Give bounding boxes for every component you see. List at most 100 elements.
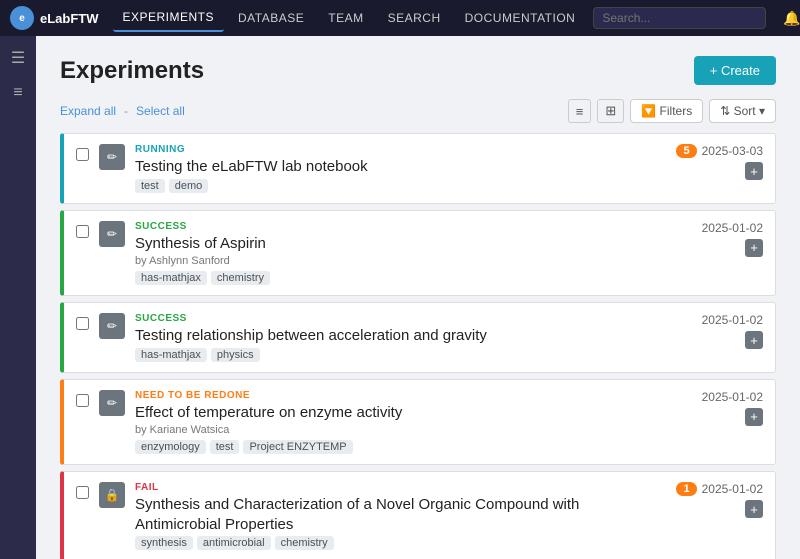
experiment-card: ✏ NEED TO BE REDONE Effect of temperatur… bbox=[60, 379, 776, 466]
experiment-date: 2025-01-02 bbox=[702, 221, 763, 235]
experiment-title[interactable]: Testing the eLabFTW lab notebook bbox=[135, 157, 663, 177]
experiment-badge: 5 bbox=[676, 144, 696, 158]
experiment-status: NEED TO BE REDONE bbox=[135, 390, 663, 401]
experiment-date: 2025-01-02 bbox=[702, 313, 763, 327]
experiment-card: ✏ SUCCESS Synthesis of Aspirin by Ashlyn… bbox=[60, 210, 776, 297]
page-header: Experiments + Create bbox=[60, 56, 776, 85]
experiment-meta: 2025-01-02 + bbox=[673, 313, 763, 349]
sort-button[interactable]: ⇅ Sort ▾ bbox=[709, 99, 776, 123]
nav-team[interactable]: TEAM bbox=[318, 5, 373, 31]
tag[interactable]: synthesis bbox=[135, 536, 193, 550]
experiment-add-button[interactable]: + bbox=[745, 500, 763, 518]
experiment-tags: has-mathjax chemistry bbox=[135, 271, 663, 285]
experiment-add-button[interactable]: + bbox=[745, 408, 763, 426]
experiment-meta-row: 1 2025-01-02 bbox=[676, 482, 763, 496]
bell-icon[interactable]: 🔔 bbox=[778, 8, 800, 29]
experiment-checkbox[interactable] bbox=[76, 225, 89, 238]
experiment-date: 2025-01-02 bbox=[702, 390, 763, 404]
experiments-toolbar: Expand all - Select all ≡ ⊞ 🔽 Filters ⇅ … bbox=[60, 99, 776, 123]
tag[interactable]: has-mathjax bbox=[135, 348, 207, 362]
sidebar-menu-icon[interactable]: ☰ bbox=[7, 44, 29, 72]
tag[interactable]: Project ENZYTEMP bbox=[243, 440, 352, 454]
experiment-status: FAIL bbox=[135, 482, 663, 493]
experiment-title[interactable]: Synthesis of Aspirin bbox=[135, 234, 663, 254]
tag[interactable]: chemistry bbox=[211, 271, 270, 285]
select-all-link[interactable]: Select all bbox=[136, 104, 185, 118]
experiment-tags: test demo bbox=[135, 179, 663, 193]
experiment-meta: 1 2025-01-02 + bbox=[673, 482, 763, 518]
sidebar-list-icon[interactable]: ≡ bbox=[9, 80, 26, 106]
grid-view-button[interactable]: ⊞ bbox=[597, 99, 624, 123]
main-content: Experiments + Create Expand all - Select… bbox=[36, 36, 800, 559]
experiment-meta: 2025-01-02 + bbox=[673, 221, 763, 257]
tag[interactable]: demo bbox=[169, 179, 209, 193]
tag[interactable]: test bbox=[210, 440, 240, 454]
experiment-status: SUCCESS bbox=[135, 313, 663, 324]
experiment-list: ✏ RUNNING Testing the eLabFTW lab notebo… bbox=[60, 133, 776, 559]
edit-button[interactable]: ✏ bbox=[99, 144, 125, 170]
experiment-meta-row: 2025-01-02 bbox=[702, 221, 763, 235]
sidebar: ☰ ≡ bbox=[0, 36, 36, 559]
nav-documentation[interactable]: DOCUMENTATION bbox=[455, 5, 586, 31]
experiment-status: SUCCESS bbox=[135, 221, 663, 232]
experiment-meta-row: 5 2025-03-03 bbox=[676, 144, 763, 158]
experiment-tags: enzymology testProject ENZYTEMP bbox=[135, 440, 663, 454]
experiment-title[interactable]: Effect of temperature on enzyme activity bbox=[135, 403, 663, 423]
edit-button[interactable]: ✏ bbox=[99, 313, 125, 339]
experiment-tags: synthesis antimicrobial chemistry bbox=[135, 536, 663, 550]
experiment-body: RUNNING Testing the eLabFTW lab notebook… bbox=[135, 144, 663, 193]
tag[interactable]: physics bbox=[211, 348, 260, 362]
experiment-title[interactable]: Synthesis and Characterization of a Nove… bbox=[135, 495, 663, 534]
experiment-author: by Ashlynn Sanford bbox=[135, 255, 663, 267]
experiment-author: by Kariane Watsica bbox=[135, 424, 663, 436]
experiment-body: FAIL Synthesis and Characterization of a… bbox=[135, 482, 663, 550]
tag[interactable]: chemistry bbox=[275, 536, 334, 550]
expand-all-link[interactable]: Expand all bbox=[60, 104, 116, 118]
experiment-card: ✏ SUCCESS Testing relationship between a… bbox=[60, 302, 776, 373]
experiment-date: 2025-03-03 bbox=[702, 144, 763, 158]
experiment-tags: has-mathjax physics bbox=[135, 348, 663, 362]
tag[interactable]: antimicrobial bbox=[197, 536, 271, 550]
edit-button[interactable]: ✏ bbox=[99, 390, 125, 416]
nav-icons: 🔔 ? 👤 bbox=[778, 8, 800, 29]
nav-database[interactable]: DATABASE bbox=[228, 5, 314, 31]
experiment-badge: 1 bbox=[676, 482, 696, 496]
experiment-title[interactable]: Testing relationship between acceleratio… bbox=[135, 326, 663, 346]
nav-experiments[interactable]: EXPERIMENTS bbox=[113, 4, 225, 32]
experiment-card: 🔒 FAIL Synthesis and Characterization of… bbox=[60, 471, 776, 559]
experiment-add-button[interactable]: + bbox=[745, 162, 763, 180]
experiment-add-button[interactable]: + bbox=[745, 331, 763, 349]
page-title: Experiments bbox=[60, 57, 204, 85]
create-button[interactable]: + Create bbox=[694, 56, 776, 85]
edit-button[interactable]: ✏ bbox=[99, 221, 125, 247]
experiment-body: SUCCESS Testing relationship between acc… bbox=[135, 313, 663, 362]
tag[interactable]: has-mathjax bbox=[135, 271, 207, 285]
experiment-meta: 5 2025-03-03 + bbox=[673, 144, 763, 180]
logo-icon: e bbox=[10, 6, 34, 30]
lock-button[interactable]: 🔒 bbox=[99, 482, 125, 508]
filters-button[interactable]: 🔽 Filters bbox=[630, 99, 703, 123]
experiment-meta: 2025-01-02 + bbox=[673, 390, 763, 426]
top-navigation: e eLabFTW EXPERIMENTS DATABASE TEAM SEAR… bbox=[0, 0, 800, 36]
toolbar-right: ≡ ⊞ 🔽 Filters ⇅ Sort ▾ bbox=[568, 99, 776, 123]
experiment-checkbox[interactable] bbox=[76, 486, 89, 499]
experiment-checkbox[interactable] bbox=[76, 394, 89, 407]
experiment-body: NEED TO BE REDONE Effect of temperature … bbox=[135, 390, 663, 455]
experiment-status: RUNNING bbox=[135, 144, 663, 155]
experiment-checkbox[interactable] bbox=[76, 148, 89, 161]
list-view-button[interactable]: ≡ bbox=[568, 99, 592, 123]
experiment-add-button[interactable]: + bbox=[745, 239, 763, 257]
logo[interactable]: e eLabFTW bbox=[10, 6, 99, 30]
toolbar-divider: - bbox=[124, 104, 128, 118]
experiment-checkbox[interactable] bbox=[76, 317, 89, 330]
global-search-input[interactable] bbox=[593, 7, 766, 29]
experiment-meta-row: 2025-01-02 bbox=[702, 390, 763, 404]
tag[interactable]: test bbox=[135, 179, 165, 193]
logo-text: eLabFTW bbox=[40, 11, 99, 26]
toolbar-left: Expand all - Select all bbox=[60, 104, 185, 118]
nav-search[interactable]: SEARCH bbox=[378, 5, 451, 31]
tag[interactable]: enzymology bbox=[135, 440, 206, 454]
experiment-card: ✏ RUNNING Testing the eLabFTW lab notebo… bbox=[60, 133, 776, 204]
experiment-meta-row: 2025-01-02 bbox=[702, 313, 763, 327]
experiment-date: 2025-01-02 bbox=[702, 482, 763, 496]
